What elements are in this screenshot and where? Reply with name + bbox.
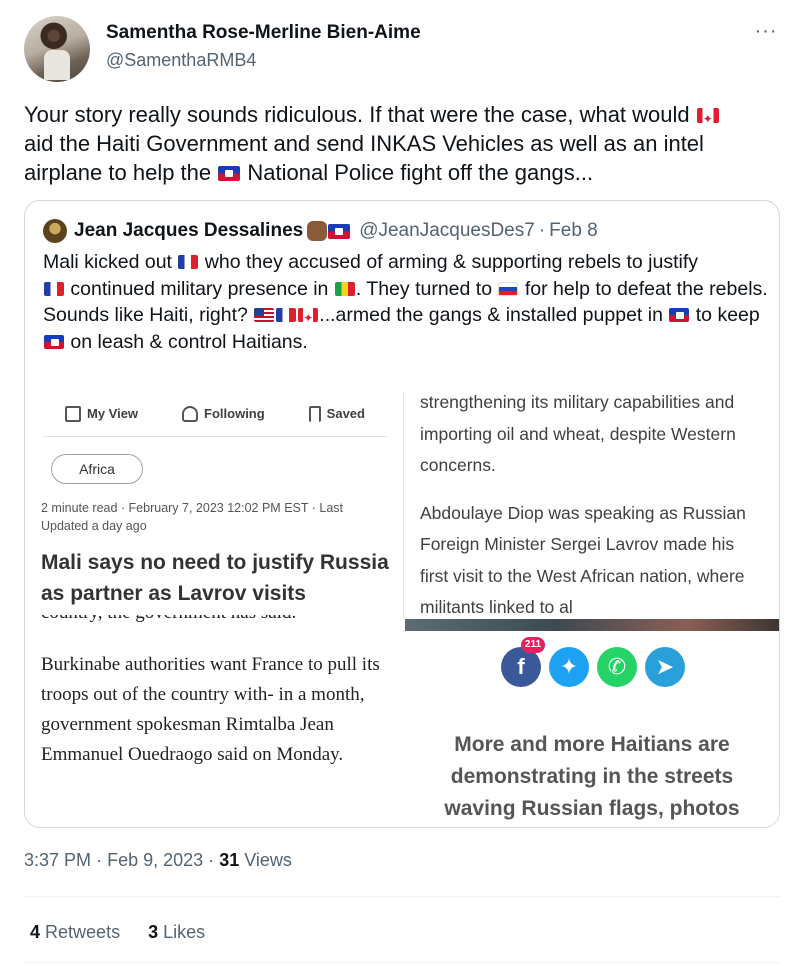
quote-text-part: on leash & control Haitians. bbox=[65, 330, 308, 353]
tweet-text-part: National Police fight off the gangs... bbox=[241, 160, 594, 185]
twitter-icon: ✦ bbox=[549, 647, 589, 687]
likes-count: 3 bbox=[148, 922, 159, 942]
flag-canada-icon bbox=[298, 308, 319, 322]
retweets-count: 4 bbox=[30, 922, 41, 942]
tweet-timestamp: 3:37 PM · Feb 9, 2023 · 31 Views bbox=[24, 850, 292, 871]
views-count: 31 bbox=[219, 850, 240, 870]
quoted-tweet-header: Jean Jacques Dessalines @JeanJacquesDes7… bbox=[43, 217, 598, 245]
grid-icon bbox=[64, 405, 81, 422]
flag-haiti-icon bbox=[44, 334, 64, 349]
quoted-media[interactable]: My View Following Saved Africa 2 minute … bbox=[25, 391, 779, 827]
saved-label: Saved bbox=[326, 406, 365, 421]
likes-stat[interactable]: 3 Likes bbox=[148, 922, 205, 943]
quote-text-part: ...armed the gangs & installed puppet in bbox=[319, 304, 669, 326]
reuters-paragraph: strengthening its military capabilities … bbox=[420, 392, 736, 475]
quote-text-part: Mali kicked out bbox=[43, 251, 178, 273]
separator: · bbox=[208, 850, 215, 870]
avatar[interactable] bbox=[24, 16, 90, 82]
tweet-date[interactable]: Feb 9, 2023 bbox=[107, 850, 203, 870]
person-icon bbox=[182, 405, 199, 422]
share-icons: f 211 ✦ ✆ ➤ bbox=[501, 637, 685, 687]
share-headline: More and more Haitians are demonstrating… bbox=[444, 733, 740, 820]
author-handle[interactable]: @SamenthaRMB4 bbox=[106, 50, 256, 71]
following-label: Following bbox=[204, 406, 265, 421]
facebook-icon: f 211 bbox=[501, 637, 545, 687]
article-toolbar: My View Following Saved bbox=[43, 391, 387, 437]
author-name[interactable]: Samentha Rose-Merline Bien-Aime bbox=[106, 22, 421, 44]
bookmark-icon bbox=[308, 405, 321, 422]
article-screenshot[interactable]: My View Following Saved Africa 2 minute … bbox=[25, 391, 405, 827]
divider bbox=[24, 896, 780, 897]
separator: · bbox=[538, 220, 546, 241]
flag-haiti-icon bbox=[669, 308, 690, 322]
retweets-label: Retweets bbox=[45, 922, 121, 942]
excerpt-paragraph: Burkinabe authorities want France to pul… bbox=[41, 654, 380, 765]
excerpt-line: country, the government has said. bbox=[41, 615, 387, 628]
quoted-author-name[interactable]: Jean Jacques Dessalines bbox=[74, 220, 303, 242]
quoted-date[interactable]: Feb 8 bbox=[549, 220, 598, 242]
flag-mali-icon bbox=[334, 281, 355, 296]
views-label: Views bbox=[244, 850, 292, 870]
flag-russia-icon bbox=[498, 281, 519, 296]
saved-item: Saved bbox=[308, 405, 365, 422]
tweet-stats: 4 Retweets 3 Likes bbox=[30, 922, 205, 943]
reuters-body: strengthening its military capabilities … bbox=[420, 391, 760, 619]
more-icon[interactable]: ··· bbox=[752, 21, 780, 46]
flag-haiti-icon bbox=[328, 223, 351, 239]
quote-text-part: Sounds like Haiti, right? bbox=[43, 304, 254, 326]
telegram-icon: ➤ bbox=[645, 647, 685, 687]
tweet-time[interactable]: 3:37 PM bbox=[24, 850, 91, 870]
photo-strip bbox=[405, 619, 779, 631]
quote-text-part: for help to defeat the rebels. bbox=[519, 277, 768, 300]
quote-text-part: continued military presence in bbox=[65, 277, 334, 300]
quoted-author-handle[interactable]: @JeanJacquesDes7 bbox=[359, 220, 535, 242]
quote-text-part: to keep bbox=[690, 304, 760, 326]
quoted-tweet-text: Mali kicked out who they accused of armi… bbox=[43, 249, 769, 355]
quote-text-part: . They turned to bbox=[355, 277, 498, 300]
reuters-paragraph: Abdoulaye Diop was speaking as Russian F… bbox=[420, 502, 746, 618]
tweet-text-part: Your story really sounds ridiculous. If … bbox=[24, 102, 696, 127]
article-meta: 2 minute read · February 7, 2023 12:02 P… bbox=[41, 501, 344, 533]
my-view-label: My View bbox=[86, 406, 139, 421]
quoted-avatar[interactable] bbox=[43, 219, 67, 243]
raised-fist-icon bbox=[307, 221, 328, 241]
whatsapp-icon: ✆ bbox=[597, 647, 637, 687]
quote-text-part: who they accused of arming & supporting … bbox=[199, 251, 698, 273]
share-panel: f 211 ✦ ✆ ➤ More and more Haitians are de… bbox=[405, 619, 779, 827]
retweets-stat[interactable]: 4 Retweets bbox=[30, 922, 120, 943]
flag-haiti-icon bbox=[218, 166, 241, 181]
tweet-header: Samentha Rose-Merline Bien-Aime @Samenth… bbox=[24, 16, 780, 82]
tweet-text: Your story really sounds ridiculous. If … bbox=[24, 100, 772, 187]
share-count-badge: 211 bbox=[521, 637, 545, 653]
divider bbox=[24, 962, 780, 963]
my-view-item: My View bbox=[64, 405, 139, 422]
flag-france-icon bbox=[178, 255, 199, 269]
likes-label: Likes bbox=[163, 922, 206, 942]
separator: · bbox=[96, 850, 103, 870]
flag-canada-icon bbox=[696, 108, 719, 123]
following-item: Following bbox=[182, 405, 265, 422]
flag-france-icon bbox=[44, 281, 64, 296]
africa-tag: Africa bbox=[51, 454, 143, 484]
flag-usa-icon bbox=[254, 308, 275, 322]
reuters-excerpt: strengthening its military capabilities … bbox=[403, 391, 779, 619]
quoted-tweet[interactable]: Jean Jacques Dessalines @JeanJacquesDes7… bbox=[24, 200, 780, 828]
article-excerpt: country, the government has said. Burkin… bbox=[41, 615, 387, 827]
article-headline: Mali says no need to justify Russia as p… bbox=[41, 551, 389, 605]
flag-france-icon bbox=[276, 308, 297, 322]
